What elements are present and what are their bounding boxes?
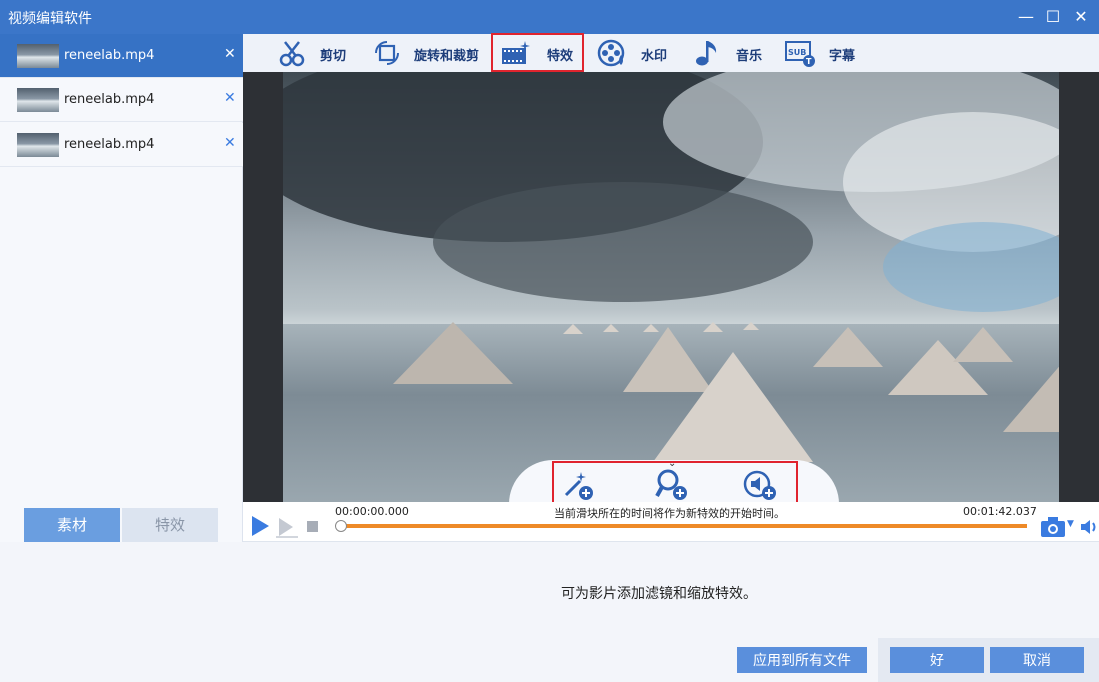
- video-editor-window: 视频编辑软件 — ☐ ✕ reneelab.mp4 ✕ reneelab.mp4…: [0, 0, 1099, 682]
- remove-file-button[interactable]: ✕: [224, 135, 236, 151]
- scissors-icon: [279, 41, 305, 67]
- title-bar: 视频编辑软件 — ☐ ✕: [0, 0, 1099, 34]
- file-name: reneelab.mp4: [64, 137, 155, 152]
- toolbar-rotate-crop[interactable]: 旋转和裁剪: [372, 34, 487, 72]
- close-window-button[interactable]: ✕: [1071, 7, 1091, 27]
- magic-wand-add-icon[interactable]: [561, 468, 595, 502]
- file-item[interactable]: reneelab.mp4 ✕: [0, 34, 243, 78]
- svg-text:T: T: [806, 57, 812, 66]
- ok-button[interactable]: 好: [890, 647, 984, 673]
- bottom-panel: 可为影片添加滤镜和缩放特效。 应用到所有文件 好 取消: [0, 543, 1099, 682]
- timeline-hint: 当前滑块所在的时间将作为新特效的开始时间。: [554, 507, 785, 520]
- selected-tool-highlight: [491, 33, 584, 72]
- toolbar-subtitle[interactable]: SUB T 字幕: [785, 34, 865, 72]
- apply-all-button[interactable]: 应用到所有文件: [737, 647, 867, 673]
- play-segment-icon[interactable]: [275, 516, 299, 538]
- window-title: 视频编辑软件: [8, 11, 92, 27]
- effect-info-text: 可为影片添加滤镜和缩放特效。: [561, 586, 757, 602]
- file-item[interactable]: reneelab.mp4 ✕: [0, 78, 243, 122]
- editing-toolbar: 剪切 旋转和裁剪 特效 水印 音乐 SUB T 字幕: [243, 34, 1099, 72]
- toolbar-music-label: 音乐: [736, 49, 763, 64]
- file-name: reneelab.mp4: [64, 92, 155, 107]
- remove-file-button[interactable]: ✕: [224, 46, 236, 62]
- playback-bar: 00:00:00.000 当前滑块所在的时间将作为新特效的开始时间。 00:01…: [243, 502, 1099, 542]
- music-note-icon: [696, 41, 717, 66]
- rotate-crop-icon: [375, 41, 399, 65]
- video-frame: [283, 72, 1059, 502]
- file-list-panel: reneelab.mp4 ✕ reneelab.mp4 ✕ reneelab.m…: [0, 34, 243, 542]
- time-start: 00:00:00.000: [335, 505, 409, 518]
- video-thumbnail: [17, 133, 59, 157]
- stop-icon[interactable]: [307, 521, 318, 532]
- tab-material[interactable]: 素材: [24, 508, 120, 542]
- svg-text:SUB: SUB: [788, 48, 806, 57]
- toolbar-cut[interactable]: 剪切: [277, 34, 357, 72]
- video-thumbnail: [17, 44, 59, 68]
- volume-icon[interactable]: [1079, 517, 1099, 537]
- video-preview: ⌄: [243, 72, 1099, 506]
- play-icon[interactable]: [249, 515, 271, 537]
- toolbar-watermark-label: 水印: [641, 49, 668, 64]
- video-thumbnail: [17, 88, 59, 112]
- tab-effects[interactable]: 特效: [122, 508, 218, 542]
- toolbar-watermark[interactable]: 水印: [597, 34, 677, 72]
- timeline-slider-handle[interactable]: [335, 520, 347, 532]
- toolbar-rotate-crop-label: 旋转和裁剪: [414, 49, 480, 64]
- cancel-button[interactable]: 取消: [990, 647, 1084, 673]
- zoom-add-icon[interactable]: [655, 468, 689, 502]
- time-end: 00:01:42.037: [963, 505, 1037, 518]
- minimize-button[interactable]: —: [1016, 7, 1036, 27]
- toolbar-cut-label: 剪切: [320, 49, 347, 64]
- watermark-icon: [597, 39, 625, 67]
- toolbar-subtitle-label: 字幕: [829, 49, 856, 64]
- timeline-track[interactable]: [341, 524, 1027, 528]
- file-item[interactable]: reneelab.mp4 ✕: [0, 123, 243, 167]
- maximize-button[interactable]: ☐: [1043, 7, 1063, 27]
- file-name: reneelab.mp4: [64, 48, 155, 63]
- toolbar-music[interactable]: 音乐: [693, 34, 773, 72]
- subtitle-icon: SUB T: [785, 41, 815, 67]
- remove-file-button[interactable]: ✕: [224, 90, 236, 106]
- audio-add-icon[interactable]: [743, 468, 777, 502]
- camera-dropdown-icon[interactable]: ▼: [1067, 519, 1074, 529]
- camera-icon[interactable]: [1040, 516, 1066, 538]
